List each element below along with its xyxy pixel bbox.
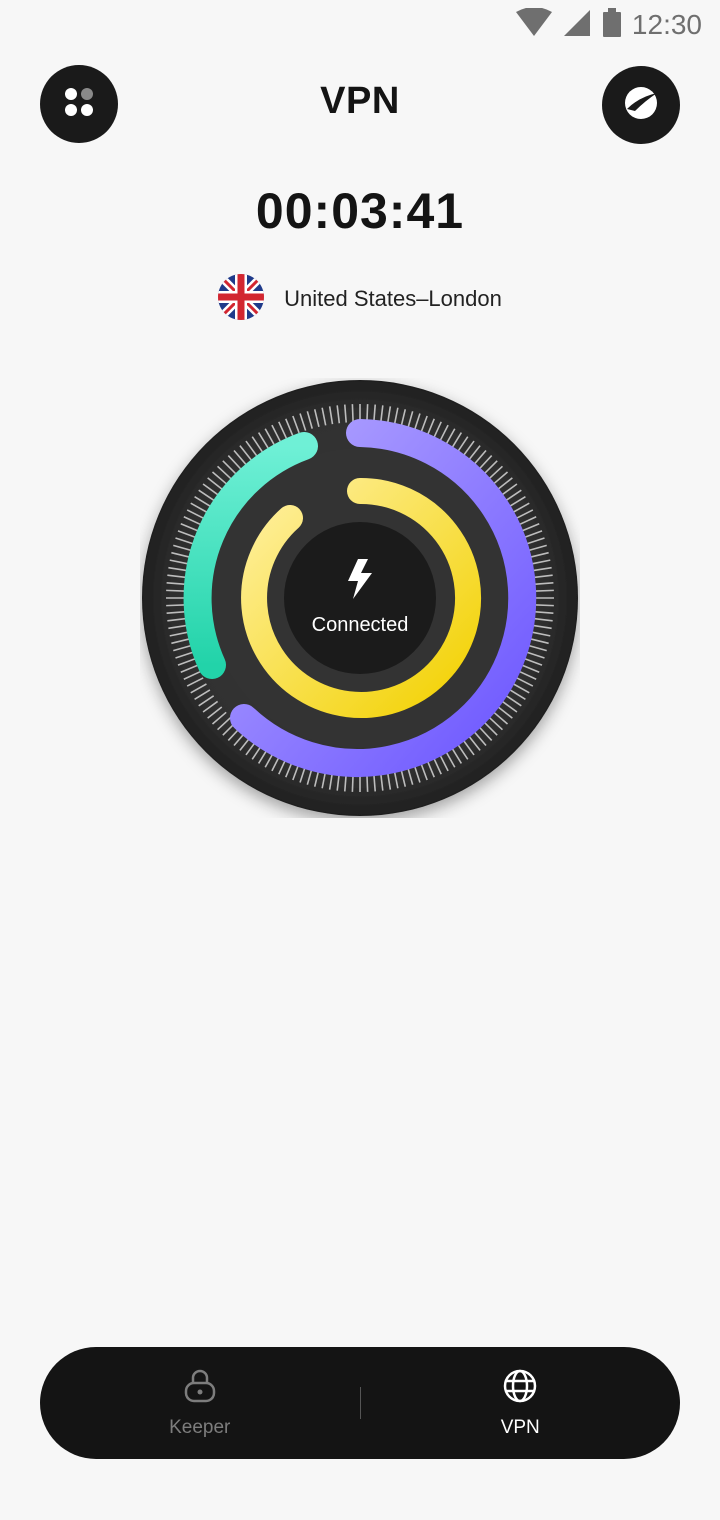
dial-tick — [351, 404, 354, 423]
wifi-icon — [515, 6, 552, 43]
nav-label-vpn: VPN — [500, 1416, 540, 1438]
nav-label-keeper: Keeper — [169, 1416, 231, 1438]
dial-tick — [166, 589, 185, 592]
bottom-nav: Keeper VPN — [40, 1347, 680, 1459]
battery-icon — [602, 7, 622, 43]
lock-icon — [182, 1368, 218, 1409]
connection-dial[interactable] — [140, 378, 580, 818]
connection-timer: 00:03:41 — [255, 183, 465, 239]
nav-item-keeper[interactable]: Keeper — [40, 1347, 360, 1459]
dial-center — [284, 522, 436, 674]
status-icons: 12:30 — [515, 6, 702, 43]
speed-icon — [621, 83, 661, 128]
server-location[interactable]: United States–London — [0, 273, 720, 325]
signal-icon — [562, 8, 592, 43]
status-time: 12:30 — [631, 9, 702, 40]
uk-flag-icon — [218, 273, 265, 325]
dial-tick — [535, 604, 554, 607]
nav-item-vpn[interactable]: VPN — [361, 1347, 681, 1459]
speed-test-button[interactable] — [602, 66, 680, 144]
location-label: United States–London — [284, 286, 502, 311]
globe-icon — [502, 1368, 538, 1409]
status-bar: 12:30 — [0, 0, 720, 50]
dial-tick — [535, 589, 554, 592]
dial-tick — [166, 604, 185, 607]
